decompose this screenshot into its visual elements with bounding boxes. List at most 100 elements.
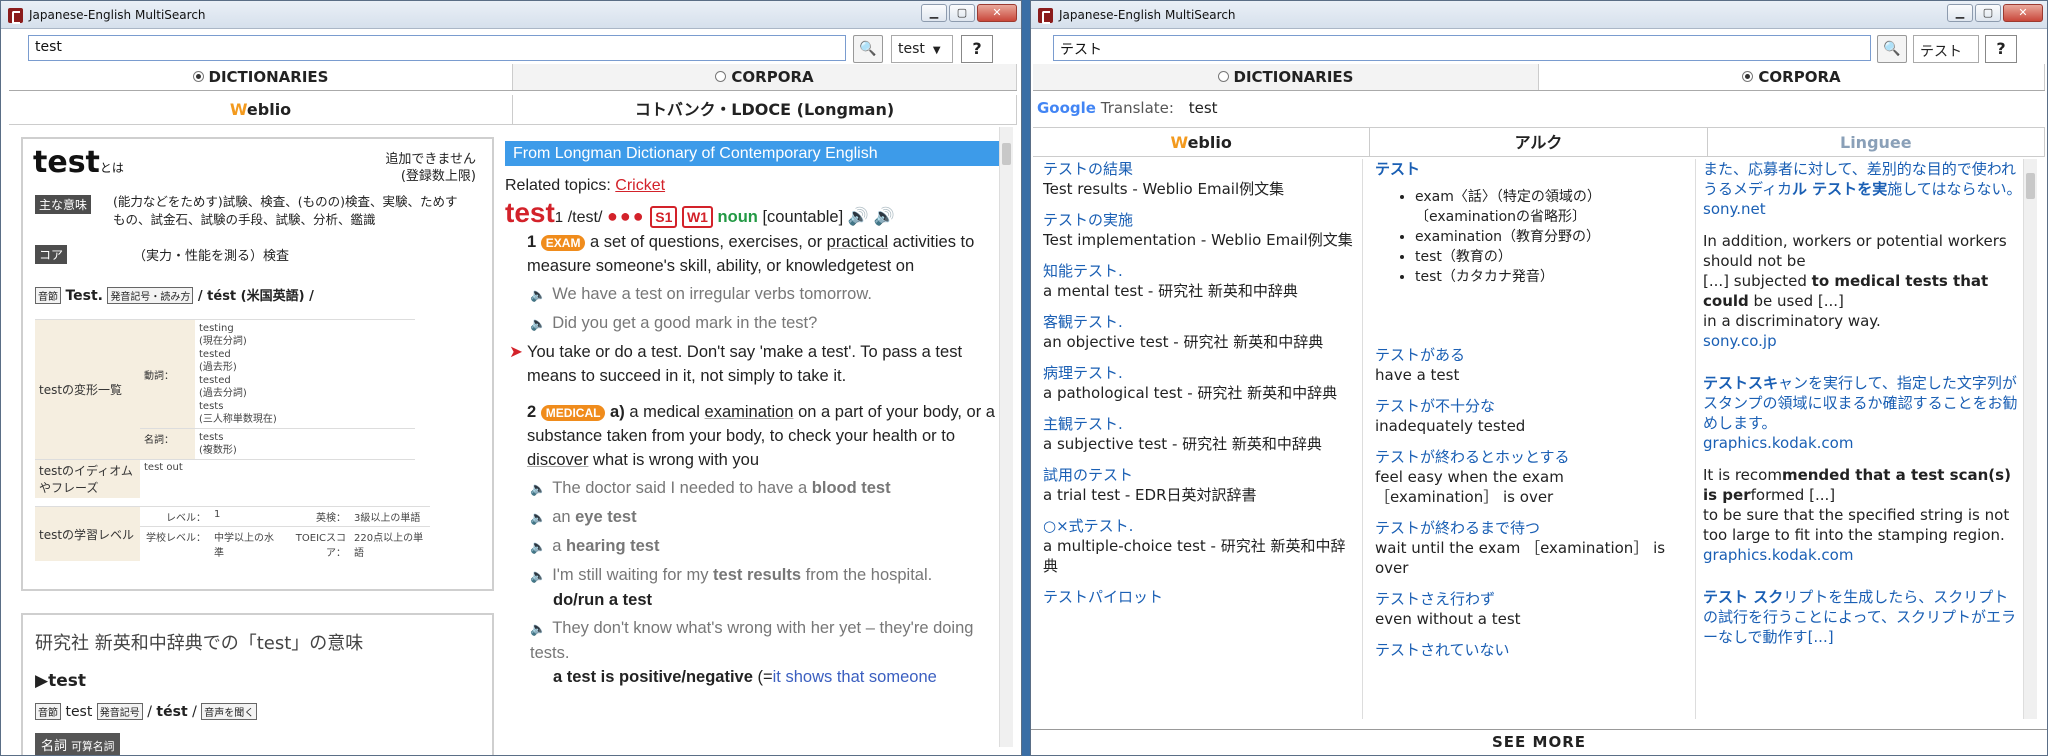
minimize-button[interactable]: ▁ [921, 4, 947, 22]
speaker-icon[interactable]: 🔈 [530, 568, 546, 583]
tab-weblio[interactable]: Weblio [1033, 128, 1371, 156]
tab-kotobank-longman[interactable]: コトバンク・LDOCE (Longman) [513, 95, 1017, 124]
phrase: do/run a test [553, 591, 653, 609]
right-window: Japanese-English MultiSearch ▁ ▢ ✕ テスト 🔍… [1030, 0, 2048, 756]
tab-corpora[interactable]: CORPORA [513, 64, 1017, 90]
list-item[interactable]: テストの実施 Test implementation - Weblio Email… [1043, 210, 1355, 250]
alc-headword: テスト [1375, 160, 1421, 178]
headword-suffix: とは [99, 161, 124, 175]
test-dot: Test. [65, 288, 103, 304]
see-more-button[interactable]: SEE MORE [1031, 729, 2047, 755]
exam-signpost: EXAM [540, 235, 586, 251]
list-item[interactable]: テストパイロット [1043, 587, 1355, 607]
scrollbar[interactable] [2023, 159, 2037, 719]
app-logo-icon [8, 8, 23, 24]
syllable-tag: 音節 [35, 703, 61, 720]
scrollbar[interactable] [999, 127, 1013, 747]
add-note: 追加できません [385, 152, 476, 167]
pronunciation-tag: 発音記号 [96, 703, 143, 720]
search-input[interactable]: test [28, 35, 846, 61]
listen-audio-button[interactable]: 音声を聞く [201, 703, 258, 720]
idiom-link[interactable]: test out [140, 459, 415, 498]
source-link[interactable]: graphics.kodak.com [1703, 433, 2023, 453]
add-note-sub: (登録数上限) [400, 169, 476, 184]
close-button[interactable]: ✕ [2003, 4, 2043, 22]
list-item[interactable]: 知能テスト. a mental test - 研究社 新英和中辞典 [1043, 261, 1355, 301]
speaker-icon[interactable]: 🔈 [530, 539, 546, 554]
related-topic-link[interactable]: Cricket [615, 177, 665, 194]
frequency-dots: ●●● [607, 206, 646, 226]
core-text: （実力・性能を測る）検査 [133, 249, 290, 264]
longman-entry: From Longman Dictionary of Contemporary … [505, 141, 1005, 689]
source-link[interactable]: graphics.kodak.com [1703, 545, 2023, 565]
list-item[interactable]: テストが終わるとホッとする feel easy when the exam ［ex… [1375, 447, 1687, 507]
s1-badge: S1 [650, 206, 678, 228]
longman-header: From Longman Dictionary of Contemporary … [505, 141, 1005, 166]
source-link[interactable]: sony.co.jp [1703, 331, 2023, 351]
close-button[interactable]: ✕ [977, 4, 1017, 22]
app-logo-icon [1038, 8, 1053, 24]
speaker-icon[interactable]: 🔈 [530, 316, 546, 331]
source-link[interactable]: sony.net [1703, 199, 2023, 219]
linguee-results: また、応募者に対して、差別的な目的で使われうるメディカル テストを実施してはなら… [1703, 159, 2023, 719]
kenkyusha-headword: ▶test [35, 671, 86, 691]
mode-tabs: DICTIONARIES CORPORA [1033, 64, 2045, 91]
tab-weblio[interactable]: Weblio [9, 95, 513, 124]
list-item[interactable]: テストさえ行わず even without a test [1375, 589, 1687, 629]
medical-signpost: MEDICAL [540, 405, 606, 421]
mode-tabs: DICTIONARIES CORPORA [9, 64, 1017, 91]
minimize-button[interactable]: ▁ [1947, 4, 1973, 22]
help-button[interactable]: ? [961, 35, 993, 63]
search-button[interactable]: 🔍 [1877, 35, 1907, 63]
list-item[interactable]: テストが終わるまで待つ wait until the exam ［examinat… [1375, 518, 1687, 578]
speaker-icon[interactable]: 🔈 [530, 287, 546, 302]
list-item[interactable]: 試用のテスト a trial test - EDR日英対訳辞書 [1043, 465, 1355, 505]
list-item: examination（教育分野の） [1415, 227, 1687, 247]
weblio-entry: testとは 追加できません (登録数上限) 主な意味 (能力などをためす)試験… [21, 137, 494, 591]
search-input[interactable]: テスト [1053, 35, 1871, 61]
radio-icon [715, 71, 727, 82]
main-meaning-text: (能力などをためす)試験、検査、(ものの)検査、実験、ためすもの、試金石、試験の… [113, 194, 458, 227]
language-select[interactable]: テスト▼ [1913, 35, 1979, 76]
tab-alc[interactable]: アルク [1370, 128, 1708, 156]
list-item[interactable]: 病理テスト. a pathological test - 研究社 新英和中辞典 [1043, 363, 1355, 403]
search-button[interactable]: 🔍 [853, 35, 883, 63]
list-item[interactable]: 主観テスト. a subjective test - 研究社 新英和中辞典 [1043, 414, 1355, 454]
tab-corpora[interactable]: CORPORA [1539, 64, 2045, 90]
speaker-icon[interactable]: 🔈 [530, 481, 546, 496]
tab-dictionaries[interactable]: DICTIONARIES [1033, 64, 1539, 90]
w1-badge: W1 [681, 206, 713, 228]
translate-label: Translate: [1100, 99, 1174, 117]
list-item[interactable]: テストがある have a test [1375, 345, 1687, 385]
list-item: テスト スクリプトを生成したら、スクリプトの試行を行うことによって、スクリプトが… [1703, 588, 2017, 646]
tab-linguee[interactable]: Linguee [1708, 128, 2045, 156]
list-item: test（教育の） [1415, 247, 1687, 267]
title-bar: Japanese-English MultiSearch ▁ ▢ ✕ [1, 1, 1021, 29]
maximize-button[interactable]: ▢ [949, 4, 975, 22]
radio-selected-icon [1742, 71, 1754, 82]
list-item[interactable]: テストされていない [1375, 640, 1687, 660]
radio-selected-icon [192, 71, 204, 82]
speaker-american-icon[interactable]: 🔊 [874, 207, 895, 226]
pronunciation-tag[interactable]: 発音記号・読み方 [107, 287, 194, 304]
speaker-british-icon[interactable]: 🔊 [848, 207, 869, 226]
speaker-icon[interactable]: 🔈 [530, 621, 546, 636]
list-item: テストスキャンを実行して、指定した文字列がスタンプの領域に収まるか確認することを… [1703, 373, 2023, 453]
pronunciation: /test/ [567, 209, 603, 226]
syllable-value: test [65, 704, 93, 720]
search-icon: 🔍 [1883, 41, 1901, 57]
language-select[interactable]: test ▼ [891, 35, 953, 63]
radio-icon [1217, 71, 1229, 82]
translate-value: test [1188, 99, 1218, 117]
list-item[interactable]: ○×式テスト. a multiple-choice test - 研究社 新英和中… [1043, 516, 1355, 576]
help-button[interactable]: ? [1985, 35, 2017, 63]
maximize-button[interactable]: ▢ [1975, 4, 2001, 22]
list-item[interactable]: テストが不十分な inadequately tested [1375, 396, 1687, 436]
list-item[interactable]: 客観テスト. an objective test - 研究社 新英和中辞典 [1043, 312, 1355, 352]
tab-dictionaries[interactable]: DICTIONARIES [9, 64, 513, 90]
grammar: [countable] [762, 208, 844, 226]
pronunciation: / tést (米国英語) / [197, 289, 314, 304]
speaker-icon[interactable]: 🔈 [530, 510, 546, 525]
list-item[interactable]: テストの結果 Test results - Weblio Email例文集 [1043, 159, 1355, 199]
kenkyusha-entry: 研究社 新英和中辞典での「test」の意味 ▶test 音節 test 発音記号… [21, 613, 494, 755]
